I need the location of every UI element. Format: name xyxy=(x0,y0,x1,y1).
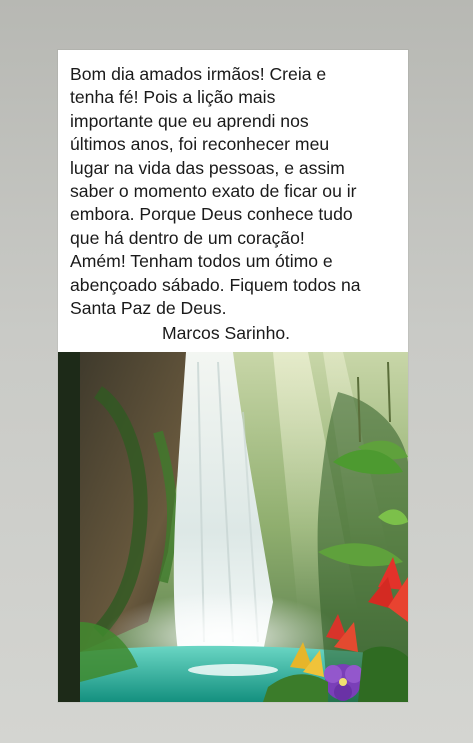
waterfall-image xyxy=(58,352,408,702)
post-message: Bom dia amados irmãos! Creia e tenha fé!… xyxy=(70,63,402,320)
post-card: Bom dia amados irmãos! Creia e tenha fé!… xyxy=(58,50,408,702)
waterfall-illustration xyxy=(58,352,408,702)
foreground-leaves xyxy=(358,646,408,702)
post-signature: Marcos Sarinho. xyxy=(161,323,291,343)
left-dark-edge xyxy=(58,352,80,702)
message-text: Bom dia amados irmãos! Creia e tenha fé!… xyxy=(70,64,361,319)
